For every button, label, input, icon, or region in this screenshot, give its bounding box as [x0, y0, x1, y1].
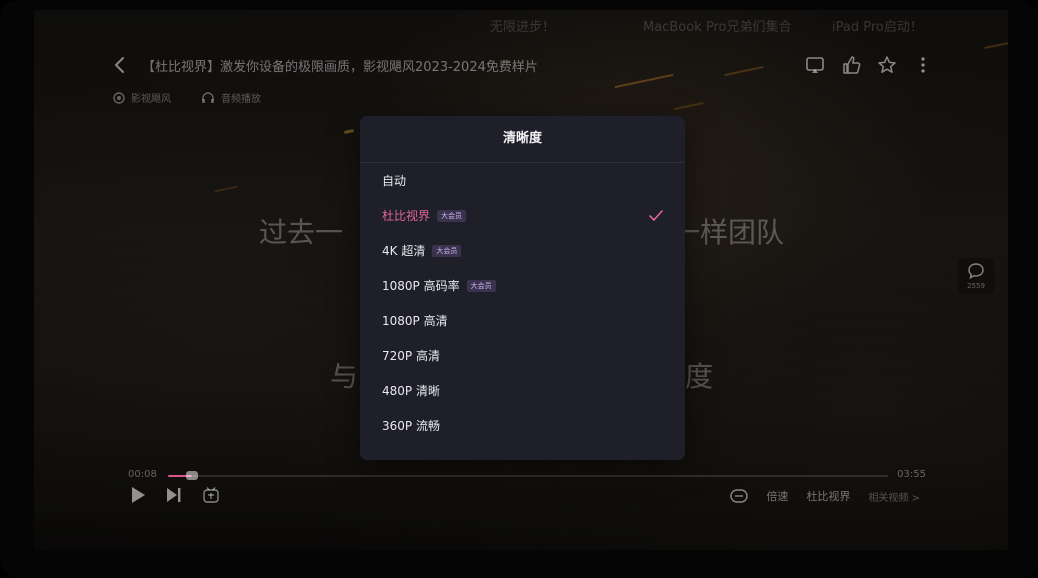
quality-option-label: 480P 清晰	[382, 384, 440, 398]
author-chip[interactable]: 影视飓风	[113, 90, 171, 105]
video-title: 【杜比视界】激发你设备的极限画质，影视飓风2023-2024免费样片	[142, 60, 538, 75]
quality-picker-modal: 清晰度 自动 杜比视界 大会员 4K 超清 大会员 1080P 高码率 大会员 1080P 高…	[360, 116, 685, 460]
vip-badge: 大会员	[437, 210, 467, 222]
current-time: 00:08	[128, 469, 157, 480]
progress-row: 00:08 03:55	[128, 468, 928, 484]
modal-title: 清晰度	[360, 116, 685, 163]
danmaku-toggle-icon[interactable]	[202, 486, 220, 504]
like-icon[interactable]	[840, 54, 862, 76]
top-bar: 【杜比视界】激发你设备的极限画质，影视飓风2023-2024免费样片	[104, 52, 934, 78]
quality-option-label: 杜比视界	[382, 209, 431, 223]
speed-button[interactable]: 倍速	[766, 488, 788, 504]
quality-option-label: 720P 高清	[382, 349, 440, 363]
selected-check-icon	[649, 210, 663, 221]
comment-bubble-icon	[968, 263, 984, 280]
total-time: 03:55	[897, 469, 926, 480]
next-episode-icon[interactable]	[166, 487, 182, 503]
comments-count: 2559	[967, 282, 985, 290]
quality-option-label: 自动	[382, 174, 407, 188]
quality-option[interactable]: 4K 超清 大会员	[360, 234, 685, 269]
quality-button[interactable]: 杜比视界	[806, 488, 850, 504]
quality-option[interactable]: 1080P 高码率 大会员	[360, 269, 685, 304]
quality-option[interactable]: 360P 流畅	[360, 409, 685, 444]
subtitle-text: 度	[685, 360, 714, 393]
subtitle-text: 过去一	[259, 216, 344, 249]
video-meta: 影视飓风 音频播放	[113, 90, 261, 105]
ticker-item: MacBook Pro兄弟们集合	[643, 20, 792, 35]
back-arrow-icon[interactable]	[110, 55, 130, 75]
related-videos-button[interactable]: 相关视频 >	[868, 489, 920, 504]
quality-option[interactable]: 自动	[360, 164, 685, 199]
comments-button[interactable]: 2559	[958, 258, 994, 294]
audio-mode-chip[interactable]: 音频播放	[201, 90, 261, 105]
audio-mode-label: 音频播放	[221, 94, 261, 105]
quality-option-label: 1080P 高清	[382, 314, 448, 328]
favorite-star-icon[interactable]	[876, 54, 898, 76]
top-actions	[804, 54, 934, 76]
quality-option[interactable]: 720P 高清	[360, 339, 685, 374]
subtitle-toggle-icon[interactable]	[730, 489, 749, 503]
app-frame: 无限进步！ MacBook Pro兄弟们集合 iPad Pro启动！ 【杜比视界…	[0, 0, 1038, 578]
vip-badge: 大会员	[432, 245, 462, 257]
player-settings: 倍速 杜比视界 相关视频 >	[730, 488, 920, 504]
quality-option-label: 1080P 高码率	[382, 279, 460, 293]
cast-icon[interactable]	[804, 54, 826, 76]
author-avatar-icon	[113, 91, 125, 104]
play-icon[interactable]	[130, 486, 146, 504]
ticker-item: 无限进步！	[490, 20, 556, 35]
subtitle-text: 一样团队	[672, 216, 785, 249]
author-name: 影视飓风	[131, 94, 171, 105]
vip-badge: 大会员	[466, 280, 496, 292]
headphones-icon	[202, 91, 214, 103]
quality-option-label: 4K 超清	[382, 244, 426, 258]
progress-thumb[interactable]	[186, 471, 199, 480]
quality-option[interactable]: 1080P 高清	[360, 304, 685, 339]
quality-option-label: 360P 流畅	[382, 419, 440, 433]
playback-controls	[130, 486, 220, 504]
quality-option[interactable]: 480P 清晰	[360, 374, 685, 409]
progress-bar[interactable]	[168, 471, 888, 480]
more-vertical-icon[interactable]	[912, 54, 934, 76]
quality-option[interactable]: 杜比视界 大会员	[360, 199, 685, 234]
ticker-item: iPad Pro启动！	[832, 20, 923, 35]
quality-option-list: 自动 杜比视界 大会员 4K 超清 大会员 1080P 高码率 大会员 1080P 高清 720…	[360, 163, 685, 444]
subtitle-text: 与	[330, 360, 359, 393]
